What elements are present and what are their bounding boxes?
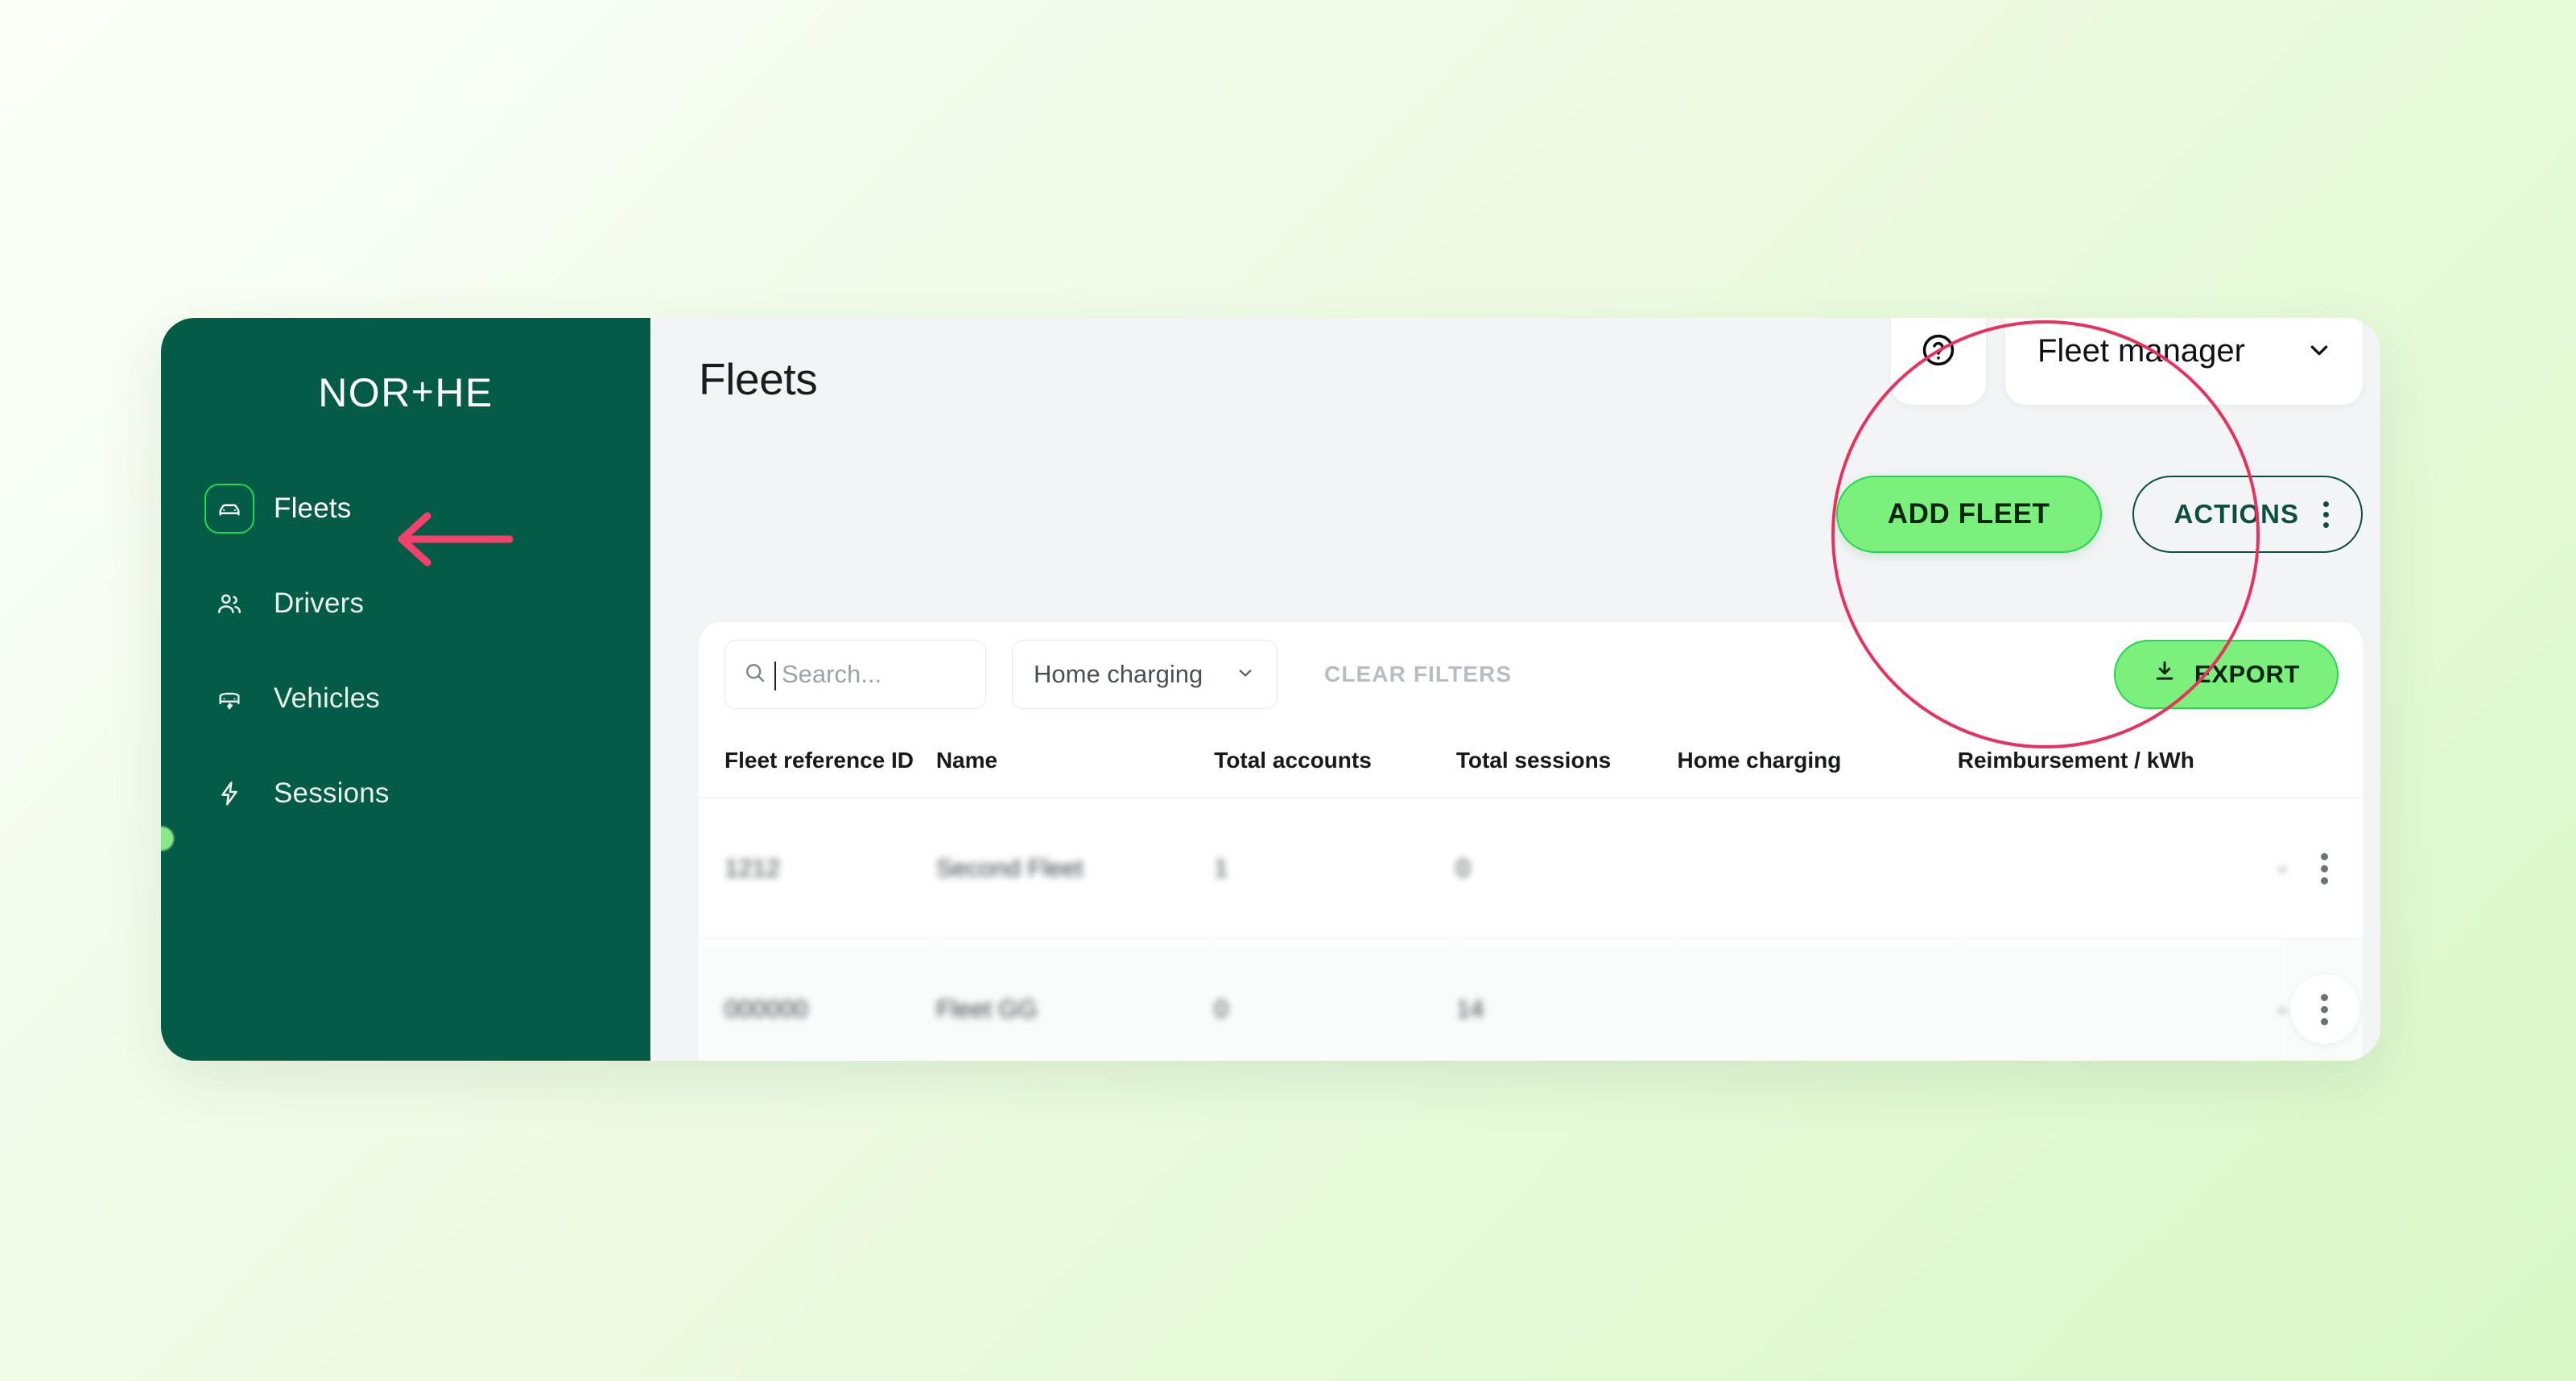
sidebar-item-vehicles[interactable]: Vehicles: [161, 666, 650, 732]
actions-button-label: ACTIONS: [2174, 499, 2299, 529]
cell-fleet-reference-id: 000000: [699, 938, 936, 1061]
sidebar-item-label: Vehicles: [274, 682, 380, 714]
question-circle-icon: [1920, 332, 1957, 373]
cell-total-sessions: 0: [1455, 798, 1678, 939]
column-header-name[interactable]: Name: [935, 727, 1215, 798]
people-icon: [204, 579, 254, 629]
dots-vertical-icon: [2323, 501, 2329, 528]
cell-fleet-reference-id: 1212: [699, 798, 936, 939]
cell-home-charging: [1677, 798, 1958, 939]
main-topbar: Fleets Fleet manager ADD FLEET ACTIONS: [650, 318, 2380, 622]
lightning-bolt-icon: [204, 769, 254, 818]
cell-home-charging: [1677, 938, 1958, 1061]
chevron-down-icon: [2305, 336, 2334, 369]
cell-total-accounts: 1: [1214, 798, 1456, 939]
fleets-table-header: Fleet reference ID Name Total accounts T…: [699, 727, 2363, 798]
vehicle-bolt-icon: [204, 674, 254, 723]
export-button[interactable]: EXPORT: [2113, 640, 2339, 709]
role-select-value: Fleet manager: [2037, 333, 2245, 369]
help-button[interactable]: [1891, 318, 1986, 405]
cell-total-accounts: 0: [1214, 938, 1456, 1061]
export-button-label: EXPORT: [2194, 660, 2300, 688]
car-front-icon: [204, 484, 254, 534]
column-header-fleet-reference-id[interactable]: Fleet reference ID: [699, 727, 936, 798]
brand-logo: NOR+HE: [161, 369, 650, 423]
brand-logo-part-b: HE: [435, 370, 493, 415]
cell-row-actions: [2286, 938, 2363, 1061]
chevron-down-icon: [1235, 662, 1256, 687]
filter-bar: Search... Home charging CLEAR FILTERS EX…: [699, 622, 2363, 727]
sidebar-item-sessions[interactable]: Sessions: [161, 761, 650, 827]
column-header-total-accounts[interactable]: Total accounts: [1214, 727, 1456, 798]
cell-reimbursement: -: [1957, 798, 2287, 939]
add-fleet-button[interactable]: ADD FLEET: [1835, 476, 2102, 553]
header-actions: ADD FLEET ACTIONS: [1835, 476, 2363, 553]
table-row[interactable]: 000000 Fleet GG 0 14 -: [699, 938, 2363, 1061]
row-actions-button[interactable]: [2290, 834, 2359, 903]
role-select[interactable]: Fleet manager: [2005, 318, 2363, 405]
dots-vertical-icon: [2321, 852, 2329, 884]
main-content: Fleets Fleet manager ADD FLEET ACTIONS S…: [650, 318, 2380, 1061]
search-icon: [743, 661, 767, 689]
clear-filters-button[interactable]: CLEAR FILTERS: [1324, 662, 1512, 687]
sidebar-nav-list: Fleets Drivers Vehicles Sessions: [161, 476, 650, 827]
fleets-card: Search... Home charging CLEAR FILTERS EX…: [699, 622, 2363, 1061]
app-window: NOR+HE Fleets Drivers Vehicles Sessions …: [161, 318, 2380, 1061]
cell-reimbursement: -: [1957, 938, 2287, 1061]
table-header-row: Fleet reference ID Name Total accounts T…: [699, 727, 2363, 798]
sidebar-item-label: Fleets: [274, 493, 352, 524]
table-row[interactable]: 1212 Second Fleet 1 0 -: [699, 798, 2363, 939]
actions-button[interactable]: ACTIONS: [2132, 476, 2363, 553]
column-header-home-charging[interactable]: Home charging: [1677, 727, 1958, 798]
column-header-total-sessions[interactable]: Total sessions: [1455, 727, 1678, 798]
sidebar-item-fleets[interactable]: Fleets: [161, 476, 650, 542]
sidebar-accent-dot: [161, 827, 174, 851]
cell-total-sessions: 14: [1455, 938, 1678, 1061]
column-header-row-actions: [2286, 727, 2363, 798]
cell-name: Second Fleet: [935, 798, 1215, 939]
search-input[interactable]: Search...: [724, 640, 986, 709]
fleets-table: Fleet reference ID Name Total accounts T…: [699, 727, 2363, 1061]
brand-logo-part-a: NOR: [318, 370, 411, 415]
sidebar-item-label: Sessions: [274, 777, 390, 809]
page-title: Fleets: [699, 354, 818, 404]
home-charging-filter-label: Home charging: [1034, 660, 1203, 688]
download-icon: [2153, 659, 2177, 690]
home-charging-filter[interactable]: Home charging: [1012, 640, 1278, 709]
sidebar-item-label: Drivers: [274, 587, 365, 619]
brand-logo-plus: +: [411, 371, 436, 414]
sidebar-item-drivers[interactable]: Drivers: [161, 571, 650, 637]
cell-name: Fleet GG: [935, 938, 1215, 1061]
fleets-table-body: 1212 Second Fleet 1 0 - 000000 Fleet GG …: [699, 798, 2363, 1061]
cell-row-actions: [2286, 798, 2363, 939]
dots-vertical-icon: [2321, 993, 2329, 1025]
row-actions-button[interactable]: [2289, 975, 2359, 1044]
search-input-placeholder: Search...: [774, 660, 882, 690]
sidebar: NOR+HE Fleets Drivers Vehicles Sessions: [161, 318, 650, 1061]
column-header-reimbursement[interactable]: Reimbursement / kWh: [1957, 727, 2287, 798]
